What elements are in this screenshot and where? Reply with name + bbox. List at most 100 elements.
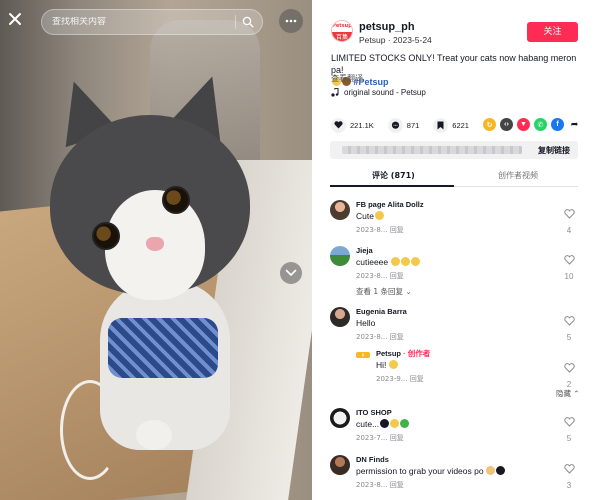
comment-username[interactable]: Jieja xyxy=(356,246,373,255)
share-repost-button[interactable]: ↻ xyxy=(483,118,496,131)
comment-like-button[interactable]: 5 xyxy=(562,313,576,342)
comment-text: permission to grab your videos po xyxy=(356,466,505,476)
share-facebook-button[interactable]: f xyxy=(551,118,564,131)
heart-eyes-emoji-icon xyxy=(374,211,384,220)
black-heart-icon xyxy=(380,419,390,428)
cat-harness xyxy=(108,318,218,378)
avatar[interactable] xyxy=(330,408,350,428)
heart-outline-icon xyxy=(563,209,575,219)
comment-username[interactable]: Eugenia Barra xyxy=(356,307,407,316)
whatsapp-icon: ✆ xyxy=(537,121,544,129)
follow-button[interactable]: 关注 xyxy=(527,22,578,42)
comment-text-content: permission to grab your videos po xyxy=(356,466,484,476)
video-player[interactable] xyxy=(0,0,312,500)
comment-button[interactable] xyxy=(387,117,403,133)
post-description: LIMITED STOCKS ONLY! Treat your cats now… xyxy=(331,52,589,88)
comment-item: DN Finds permission to grab your videos … xyxy=(330,455,588,495)
comment-text: cute... xyxy=(356,419,410,429)
comment-username[interactable]: DN Finds xyxy=(356,455,389,464)
avatar-logo-text: Petsup xyxy=(332,21,352,32)
comment-meta[interactable]: 2023-8... 回复 xyxy=(356,271,404,281)
comment-meta[interactable]: 2023-8... 回复 xyxy=(356,480,404,490)
embed-icon: ‹› xyxy=(504,121,509,128)
comment-like-count: 4 xyxy=(566,226,572,235)
comment-count: 871 xyxy=(406,120,420,130)
comment-like-button[interactable]: 3 xyxy=(562,461,576,490)
comment-text-content: cutieeee xyxy=(356,257,389,267)
close-button[interactable] xyxy=(6,10,24,28)
music-note-icon xyxy=(331,88,339,97)
smile-emoji-icon xyxy=(411,257,421,266)
comment-like-button[interactable]: 5 xyxy=(562,414,576,443)
next-video-button[interactable] xyxy=(280,262,302,284)
share-more-button[interactable]: ➦ xyxy=(568,118,581,131)
repost-icon: ↻ xyxy=(486,121,493,129)
comment-item: FB page Alita Dollz Cute 2023-8... 回复 4 xyxy=(330,200,588,240)
reply-meta[interactable]: 2023-9... 回复 xyxy=(376,374,424,384)
search-input[interactable] xyxy=(52,17,229,27)
sound-link[interactable]: original sound - Petsup xyxy=(331,88,426,97)
petsup-logo-icon[interactable]: P xyxy=(356,350,370,360)
avatar[interactable] xyxy=(330,200,350,220)
author-subtitle: Petsup · 2023-5-24 xyxy=(359,35,432,45)
share-link-url[interactable] xyxy=(342,146,522,154)
cat-eye-left xyxy=(92,222,120,250)
comment-like-count: 10 xyxy=(564,272,574,281)
smile-emoji-icon xyxy=(389,360,399,369)
action-bar: 221.1K 871 6221 xyxy=(331,117,469,133)
reply-username[interactable]: Petsup · 创作者 xyxy=(376,348,430,359)
cat-nose xyxy=(146,237,164,251)
more-options-button[interactable] xyxy=(279,9,303,33)
author-avatar[interactable]: Petsup 百集 xyxy=(331,20,353,42)
tab-creator-videos[interactable]: 创作者视频 xyxy=(498,170,538,181)
avatar[interactable] xyxy=(330,455,350,475)
save-button[interactable] xyxy=(433,117,449,133)
avatar[interactable] xyxy=(330,246,350,266)
chevron-down-icon xyxy=(285,269,297,277)
copy-link-button[interactable]: 复制链接 xyxy=(538,145,570,156)
like-button[interactable] xyxy=(331,117,346,133)
pray-emoji-icon xyxy=(485,466,495,475)
comment-like-button[interactable]: 4 xyxy=(562,206,576,235)
comment-username[interactable]: FB page Alita Dollz xyxy=(356,200,424,209)
comment-meta[interactable]: 2023-8... 回复 xyxy=(356,332,404,342)
comment-text-content: Cute xyxy=(356,211,374,221)
comment-tabs: 评论 (871) 创作者视频 xyxy=(330,166,578,187)
facebook-icon: f xyxy=(556,121,559,128)
comment-text: Hello xyxy=(356,318,376,328)
comment-username[interactable]: ITO SHOP xyxy=(356,408,392,417)
comment-like-button[interactable]: 10 xyxy=(562,252,576,281)
view-replies-link[interactable]: 查看 1 条回复 ⌄ xyxy=(356,286,412,297)
share-whatsapp-button[interactable]: ✆ xyxy=(534,118,547,131)
search-bar[interactable] xyxy=(41,9,263,35)
comment-item: Jieja cutieeee 2023-8... 回复 查看 1 条回复 ⌄ 1… xyxy=(330,246,588,298)
bookmark-icon xyxy=(437,121,444,129)
share-send-button[interactable]: ▼ xyxy=(517,118,530,131)
yellow-heart-icon xyxy=(390,419,400,428)
cat-paw xyxy=(136,420,172,450)
like-count: 221.1K xyxy=(350,120,374,130)
translate-link[interactable]: 查看翻译 xyxy=(331,73,363,84)
creator-badge: · 创作者 xyxy=(403,349,431,358)
reply-item: P Petsup · 创作者 Hi! 2023-9... 回复 2 xyxy=(356,348,588,389)
close-icon xyxy=(9,13,21,25)
description-text: LIMITED STOCKS ONLY! Treat your cats now… xyxy=(331,53,577,75)
comment-item: Eugenia Barra Hello 2023-8... 回复 5 xyxy=(330,307,588,347)
search-icon[interactable] xyxy=(242,16,254,28)
green-heart-icon xyxy=(400,419,410,428)
share-arrow-icon: ➦ xyxy=(570,119,579,129)
share-embed-button[interactable]: ‹› xyxy=(500,118,513,131)
hide-replies-link[interactable]: 隐藏 ⌃ xyxy=(556,388,580,399)
heart-outline-icon xyxy=(563,316,575,326)
comment-icon xyxy=(391,121,399,129)
comment-meta[interactable]: 2023-8... 回复 xyxy=(356,225,404,235)
send-icon: ▼ xyxy=(520,121,527,128)
comment-meta[interactable]: 2023-7... 回复 xyxy=(356,433,404,443)
comment-text: cutieeee xyxy=(356,257,421,267)
tab-comments[interactable]: 评论 (871) xyxy=(372,170,415,181)
avatar[interactable] xyxy=(330,307,350,327)
author-name[interactable]: petsup_ph xyxy=(359,21,415,33)
reply-like-button[interactable]: 2 xyxy=(562,360,576,389)
heart-outline-icon xyxy=(563,255,575,265)
more-icon xyxy=(285,19,297,23)
